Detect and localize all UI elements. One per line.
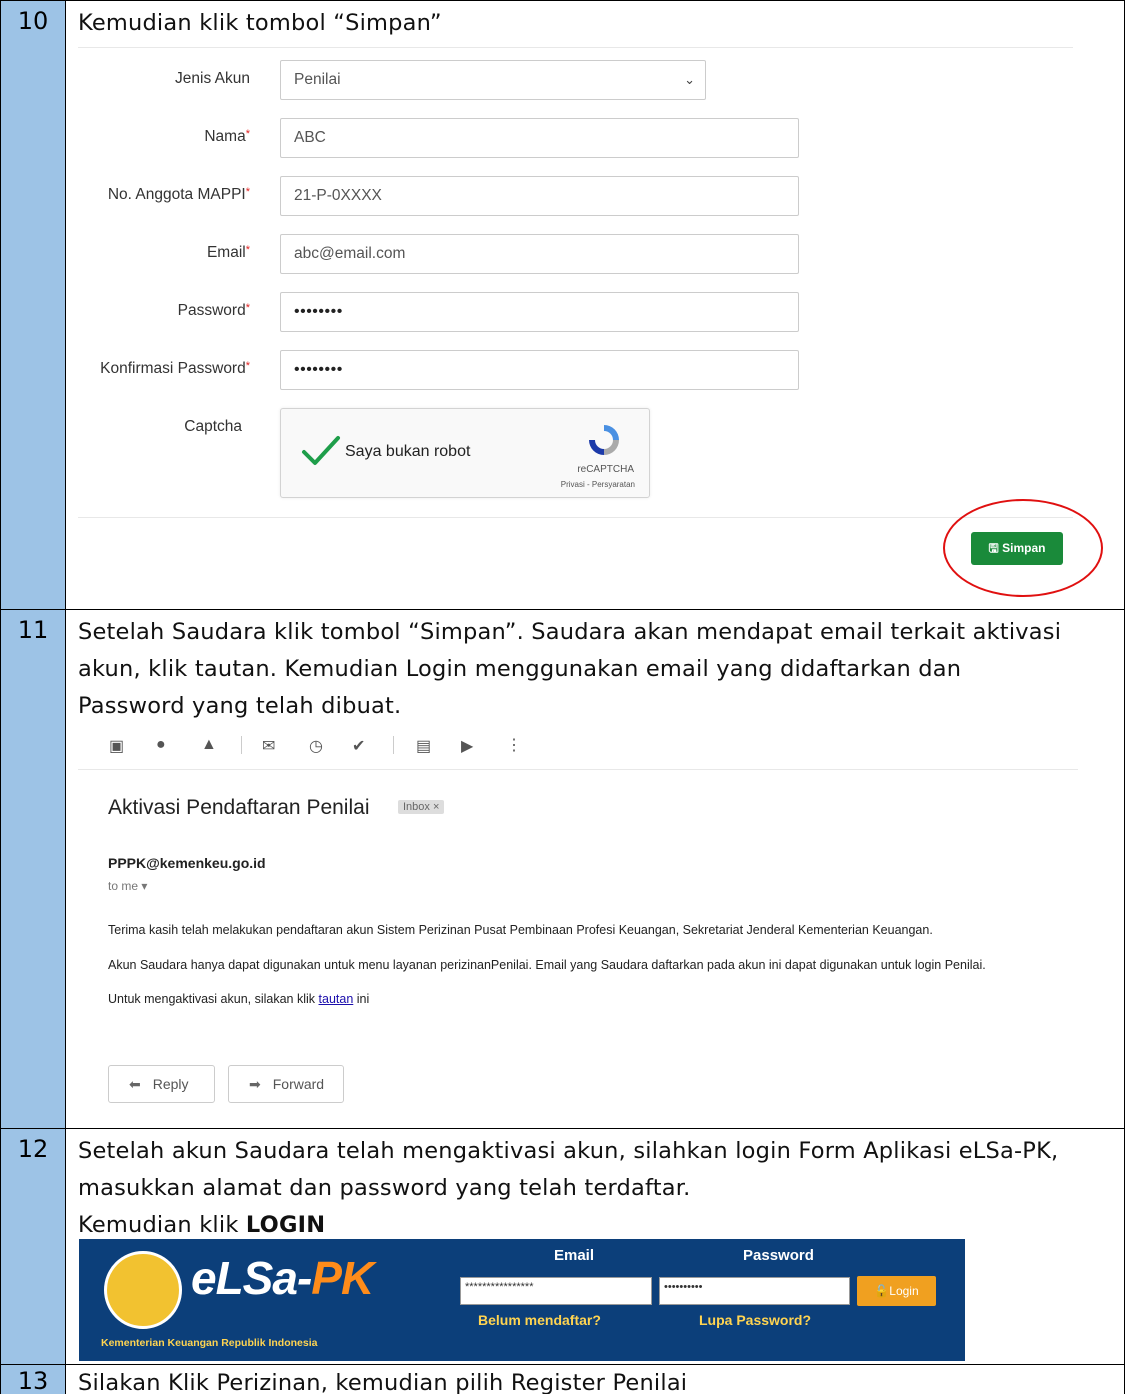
email-body-line-3: Untuk mengaktivasi akun, silakan klik ta… [108,992,370,1006]
login-password-input[interactable]: •••••••••• [659,1277,850,1305]
step-row-11: 11 Setelah Saudara klik tombol “Simpan”.… [0,609,1125,1128]
step-number: 11 [17,616,49,644]
recaptcha-widget[interactable]: Saya bukan robot reCAPTCHA Privasi - Per… [280,408,650,498]
step-content: Silakan Klik Perizinan, kemudian pilih R… [66,1365,1125,1394]
email-header: Email [554,1247,595,1264]
password-input[interactable]: •••••••• [280,292,799,332]
toolbar-divider-line [78,769,1078,770]
highlight-circle [943,499,1103,597]
nama-input[interactable]: ABC [280,118,799,158]
elsa-login-banner: eLSa-PK Kementerian Keuangan Republik In… [79,1239,965,1361]
recaptcha-links[interactable]: Privasi - Persyaratan [561,480,635,489]
reply-button[interactable]: ⬅ Reply [108,1065,215,1103]
step-number: 10 [17,7,49,35]
toolbar-divider [241,736,242,754]
snooze-icon[interactable]: ◷ [309,736,323,756]
activation-link[interactable]: tautan [319,992,354,1006]
step-row-12: 12 Setelah akun Saudara telah mengaktiva… [0,1128,1125,1364]
nama-label: Nama* [204,128,250,145]
kemenkeu-logo-icon [104,1251,182,1329]
email-sender: PPPK@kemenkeu.go.id [108,855,266,871]
mark-unread-icon[interactable]: ✉ [262,736,275,756]
password-header: Password [743,1247,814,1264]
labels-icon[interactable]: ▶ [461,736,473,756]
step-number-cell: 13 [0,1365,66,1394]
belum-mendaftar-link[interactable]: Belum mendaftar? [478,1312,601,1328]
report-spam-icon[interactable]: ● [156,736,166,754]
step-row-10: 10 Kemudian klik tombol “Simpan” Jenis A… [0,0,1125,609]
email-input[interactable]: abc@email.com [280,234,799,274]
ministry-name: Kementerian Keuangan Republik Indonesia [101,1337,318,1349]
email-label: Email* [206,244,250,261]
inbox-label-tag[interactable]: Inbox × [398,800,445,814]
captcha-label: Captcha [184,418,242,435]
forward-icon: ➡ [249,1076,261,1092]
step-instruction: Setelah akun Saudara telah mengaktivasi … [78,1138,1059,1238]
password-label: Password* [177,302,250,319]
add-task-icon[interactable]: ✔ [352,736,365,756]
email-body-line-1: Terima kasih telah melakukan pendaftaran… [108,923,933,937]
captcha-text: Saya bukan robot [345,443,471,460]
archive-icon[interactable]: ▣ [109,736,124,756]
konfirmasi-password-label: Konfirmasi Password* [100,360,250,377]
forward-button[interactable]: ➡ Forward [228,1065,344,1103]
email-subject: Aktivasi Pendaftaran Penilai [108,796,370,819]
email-recipient[interactable]: to me ▾ [108,879,147,893]
recaptcha-brand: reCAPTCHA [577,464,634,475]
konfirmasi-password-input[interactable]: •••••••• [280,350,799,390]
mappi-input[interactable]: 21-P-0XXXX [280,176,799,216]
elsa-brand: eLSa-PK [191,1252,374,1304]
delete-icon[interactable]: ▲ [201,736,217,754]
step-content: Setelah akun Saudara telah mengaktivasi … [66,1129,1125,1364]
chevron-down-icon: ⌄ [684,72,695,87]
reply-icon: ⬅ [129,1076,141,1092]
form-labels: Jenis Akun Nama* No. Anggota MAPPI* Emai… [66,1,250,441]
step-number-cell: 11 [0,610,66,1128]
step-row-13: 13 Silakan Klik Perizinan, kemudian pili… [0,1364,1125,1394]
step-number: 12 [17,1135,49,1163]
mappi-label: No. Anggota MAPPI* [107,186,250,203]
toolbar-divider [393,736,394,754]
move-to-icon[interactable]: ▤ [416,736,431,756]
form-bottom-divider [78,517,1073,518]
lupa-password-link[interactable]: Lupa Password? [699,1312,811,1328]
email-body-line-2: Akun Saudara hanya dapat digunakan untuk… [108,958,986,972]
login-button[interactable]: 🔓Login [857,1276,936,1306]
login-email-input[interactable]: **************** [460,1277,652,1305]
jenis-akun-select[interactable]: Penilai ⌄ [280,60,706,100]
more-icon[interactable]: ⋮ [506,735,522,755]
checkmark-icon [302,436,340,465]
step-number: 13 [17,1367,49,1394]
step-number-cell: 12 [0,1129,66,1364]
recaptcha-logo-icon [589,425,619,455]
jenis-akun-label: Jenis Akun [175,70,250,87]
step-instruction: Silakan Klik Perizinan, kemudian pilih R… [78,1370,688,1394]
step-instruction: Setelah Saudara klik tombol “Simpan”. Sa… [78,619,1062,719]
step-content: Kemudian klik tombol “Simpan” Jenis Akun… [66,1,1125,609]
unlock-icon: 🔓 [874,1284,890,1298]
step-content: Setelah Saudara klik tombol “Simpan”. Sa… [66,610,1125,1128]
step-number-cell: 10 [0,1,66,609]
